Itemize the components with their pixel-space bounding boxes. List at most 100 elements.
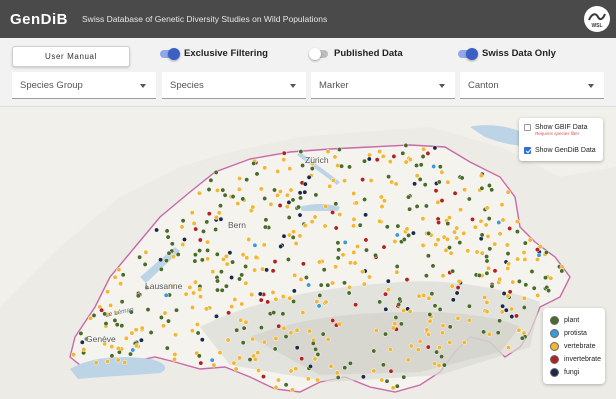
toggle-switch[interactable] — [309, 47, 328, 60]
observation-point[interactable] — [433, 188, 439, 194]
observation-point[interactable] — [521, 305, 527, 310]
observation-point[interactable] — [210, 269, 216, 275]
observation-point[interactable] — [236, 186, 242, 192]
observation-point[interactable] — [191, 220, 197, 226]
observation-point[interactable] — [297, 233, 303, 239]
observation-point[interactable] — [387, 346, 393, 352]
observation-point[interactable] — [264, 267, 270, 273]
observation-point[interactable] — [335, 163, 341, 168]
observation-point[interactable] — [499, 309, 505, 315]
observation-point[interactable] — [114, 322, 120, 328]
observation-point[interactable] — [187, 284, 193, 290]
observation-point[interactable] — [286, 215, 292, 220]
observation-point[interactable] — [88, 315, 93, 321]
observation-point[interactable] — [164, 228, 170, 234]
observation-point[interactable] — [179, 224, 185, 230]
observation-point[interactable] — [339, 163, 345, 169]
observation-point[interactable] — [531, 285, 537, 291]
observation-point[interactable] — [394, 269, 400, 275]
observation-point[interactable] — [486, 216, 492, 222]
observation-point[interactable] — [302, 181, 308, 187]
observation-point[interactable] — [276, 323, 282, 329]
observation-point[interactable] — [284, 204, 290, 210]
observation-point[interactable] — [201, 228, 206, 234]
swiss-data-only-toggle[interactable]: Swiss Data Only — [458, 47, 556, 60]
observation-point[interactable] — [333, 225, 339, 231]
observation-point[interactable] — [237, 276, 242, 282]
observation-point[interactable] — [497, 231, 503, 237]
observation-point[interactable] — [203, 306, 209, 312]
observation-point[interactable] — [529, 269, 535, 274]
observation-point[interactable] — [227, 250, 233, 256]
observation-point[interactable] — [254, 171, 260, 177]
observation-point[interactable] — [221, 256, 226, 262]
observation-point[interactable] — [229, 304, 235, 310]
observation-point[interactable] — [407, 157, 413, 163]
observation-point[interactable] — [281, 325, 287, 331]
observation-point[interactable] — [426, 230, 432, 236]
gendib-layer-toggle[interactable]: Show GenDiB Data — [524, 147, 596, 154]
observation-point[interactable] — [559, 268, 565, 274]
observation-point[interactable] — [289, 387, 295, 393]
observation-point[interactable] — [206, 211, 212, 217]
observation-point[interactable] — [495, 330, 501, 336]
observation-point[interactable] — [238, 317, 244, 323]
observation-point[interactable] — [515, 256, 521, 262]
observation-point[interactable] — [268, 201, 274, 207]
observation-point[interactable] — [393, 181, 399, 187]
observation-point[interactable] — [260, 266, 266, 272]
observation-point[interactable] — [362, 197, 368, 202]
observation-point[interactable] — [440, 273, 446, 279]
observation-point[interactable] — [180, 242, 186, 248]
observation-point[interactable] — [536, 252, 542, 258]
observation-point[interactable] — [400, 150, 406, 156]
observation-point[interactable] — [224, 261, 230, 267]
observation-point[interactable] — [431, 164, 437, 169]
observation-point[interactable] — [247, 357, 253, 363]
observation-point[interactable] — [183, 291, 189, 297]
observation-point[interactable] — [217, 350, 223, 356]
observation-point[interactable] — [401, 237, 407, 242]
map-view[interactable]: Zürich Bern Lausanne Genève Le Léman Sho… — [0, 107, 616, 399]
observation-point[interactable] — [278, 244, 284, 249]
observation-point[interactable] — [383, 291, 388, 297]
observation-point[interactable] — [335, 240, 341, 246]
observation-point[interactable] — [371, 368, 377, 374]
observation-point[interactable] — [476, 272, 482, 278]
observation-point[interactable] — [325, 282, 331, 288]
observation-point[interactable] — [342, 178, 348, 184]
observation-point[interactable] — [417, 176, 423, 182]
observation-point[interactable] — [218, 216, 224, 222]
observation-point[interactable] — [462, 187, 468, 193]
observation-point[interactable] — [360, 374, 366, 380]
observation-point[interactable] — [237, 355, 242, 361]
observation-point[interactable] — [403, 159, 409, 165]
observation-point[interactable] — [385, 287, 391, 293]
observation-point[interactable] — [175, 251, 181, 257]
observation-point[interactable] — [161, 323, 166, 329]
observation-point[interactable] — [423, 273, 429, 279]
observation-point[interactable] — [189, 328, 195, 334]
observation-point[interactable] — [252, 242, 258, 248]
observation-point[interactable] — [427, 318, 433, 324]
observation-point[interactable] — [459, 175, 465, 181]
observation-point[interactable] — [407, 206, 413, 212]
observation-point[interactable] — [297, 212, 303, 218]
observation-point[interactable] — [138, 337, 144, 343]
observation-point[interactable] — [118, 281, 124, 287]
observation-point[interactable] — [325, 149, 331, 155]
observation-point[interactable] — [351, 191, 357, 196]
observation-point[interactable] — [198, 294, 203, 300]
observation-point[interactable] — [379, 377, 385, 383]
observation-point[interactable] — [109, 344, 115, 350]
observation-point[interactable] — [397, 296, 403, 302]
observation-point[interactable] — [215, 187, 220, 193]
observation-point[interactable] — [318, 282, 324, 288]
observation-point[interactable] — [195, 330, 201, 336]
observation-point[interactable] — [435, 199, 441, 205]
observation-point[interactable] — [360, 269, 365, 275]
observation-point[interactable] — [461, 339, 467, 345]
observation-point[interactable] — [484, 270, 490, 276]
observation-point[interactable] — [158, 257, 164, 263]
observation-point[interactable] — [379, 204, 385, 209]
